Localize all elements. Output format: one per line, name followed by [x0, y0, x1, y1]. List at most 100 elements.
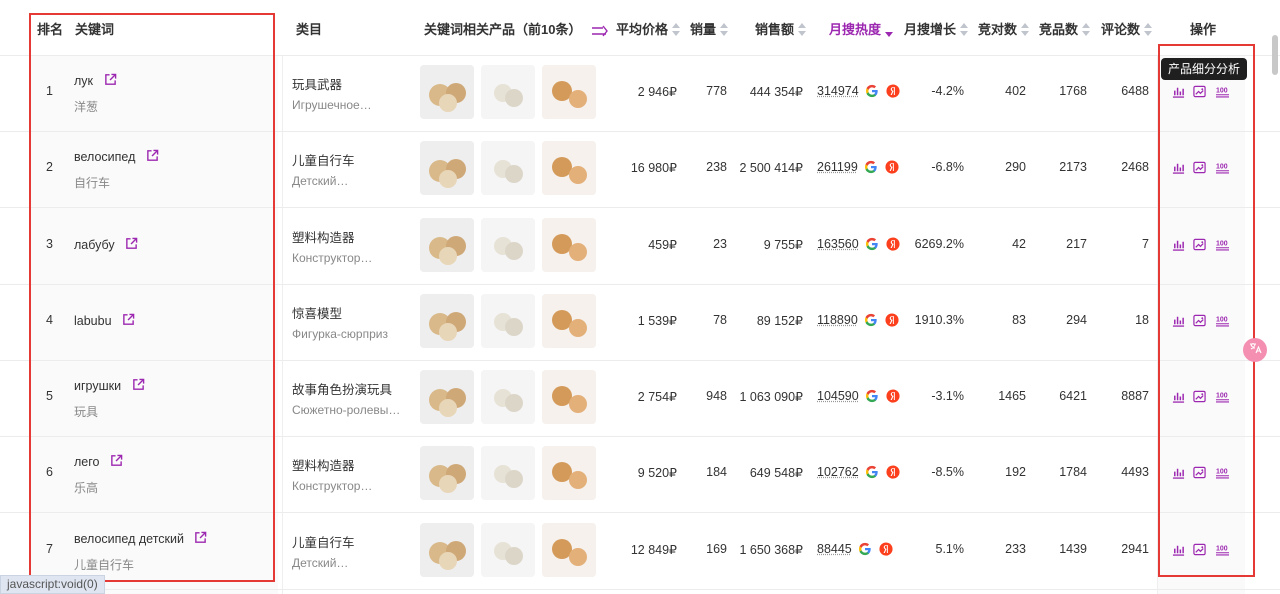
sort-icon[interactable] — [1021, 22, 1030, 37]
sort-icon[interactable] — [1144, 22, 1153, 37]
product-thumbnail[interactable] — [542, 370, 596, 424]
external-link-icon[interactable] — [104, 73, 117, 86]
header-monthly-heat[interactable]: 月搜热度 — [829, 0, 894, 55]
image-analysis-icon[interactable] — [1193, 161, 1206, 174]
bar-chart-icon[interactable] — [1172, 543, 1185, 556]
product-thumbnail[interactable] — [542, 294, 596, 348]
product-thumbnail[interactable] — [420, 65, 474, 119]
image-analysis-icon[interactable] — [1193, 543, 1206, 556]
monthly-heat-value[interactable]: 88445 — [817, 542, 852, 556]
google-icon[interactable] — [864, 160, 878, 174]
yandex-icon[interactable] — [886, 465, 900, 479]
google-icon[interactable] — [865, 389, 879, 403]
external-link-icon[interactable] — [146, 149, 159, 162]
product-thumbnail[interactable] — [420, 446, 474, 500]
yandex-icon[interactable] — [886, 389, 900, 403]
top-100-icon[interactable]: 100 — [1215, 466, 1230, 479]
product-thumbnail[interactable] — [481, 523, 535, 577]
top-100-icon[interactable]: 100 — [1215, 85, 1230, 98]
keyword[interactable]: лабубу — [74, 237, 138, 252]
header-sales[interactable]: 销量 — [690, 0, 729, 55]
top-100-icon[interactable]: 100 — [1215, 543, 1230, 556]
top-100-icon[interactable]: 100 — [1215, 238, 1230, 251]
keyword-text[interactable]: велосипед детский — [74, 532, 184, 546]
keyword-text[interactable]: лук — [74, 74, 93, 88]
monthly-heat-value[interactable]: 102762 — [817, 465, 859, 479]
table-row[interactable]: 2 велосипед 自行车 儿童自行车 Детский… 16 980₽ 2… — [0, 131, 1280, 208]
header-monthly-growth[interactable]: 月搜增长 — [904, 0, 969, 55]
product-thumbnail[interactable] — [481, 446, 535, 500]
google-icon[interactable] — [858, 542, 872, 556]
product-thumbnail[interactable] — [420, 141, 474, 195]
google-icon[interactable] — [864, 313, 878, 327]
product-thumbnail[interactable] — [481, 65, 535, 119]
image-analysis-icon[interactable] — [1193, 85, 1206, 98]
top-100-icon[interactable]: 100 — [1215, 314, 1230, 327]
google-icon[interactable] — [865, 237, 879, 251]
product-thumbnail[interactable] — [420, 294, 474, 348]
yandex-icon[interactable] — [879, 542, 893, 556]
table-row[interactable]: 5 игрушки 玩具 故事角色扮演玩具 Сюжетно-ролевы… 2 … — [0, 360, 1280, 437]
keyword-text[interactable]: лабубу — [74, 238, 115, 252]
monthly-heat-value[interactable]: 104590 — [817, 389, 859, 403]
image-analysis-icon[interactable] — [1193, 238, 1206, 251]
monthly-heat-value[interactable]: 261199 — [817, 160, 858, 174]
table-row[interactable]: 4 labubu 惊喜模型 Фигурка-сюрприз 1 539₽ 78 … — [0, 284, 1280, 361]
bar-chart-icon[interactable] — [1172, 314, 1185, 327]
sort-icon[interactable] — [798, 22, 807, 37]
translate-float-button[interactable] — [1243, 338, 1267, 362]
header-products[interactable]: 竞品数 — [1039, 0, 1091, 55]
product-thumbnail[interactable] — [542, 218, 596, 272]
external-link-icon[interactable] — [125, 237, 138, 250]
product-thumbnail[interactable] — [420, 523, 474, 577]
product-thumbnail[interactable] — [420, 218, 474, 272]
keyword[interactable]: лего — [74, 454, 123, 469]
bar-chart-icon[interactable] — [1172, 238, 1185, 251]
external-link-icon[interactable] — [122, 313, 135, 326]
sort-desc-icon[interactable] — [885, 23, 894, 37]
keyword-text[interactable]: велосипед — [74, 150, 135, 164]
header-revenue[interactable]: 销售额 — [755, 0, 807, 55]
product-thumbnail[interactable] — [542, 446, 596, 500]
monthly-heat-value[interactable]: 314974 — [817, 84, 859, 98]
external-link-icon[interactable] — [110, 454, 123, 467]
bar-chart-icon[interactable] — [1172, 466, 1185, 479]
keyword[interactable]: велосипед детский — [74, 531, 207, 546]
sort-icon[interactable] — [672, 22, 681, 37]
yandex-icon[interactable] — [886, 84, 900, 98]
sort-icon[interactable] — [1082, 22, 1091, 37]
bar-chart-icon[interactable] — [1172, 161, 1185, 174]
monthly-heat-value[interactable]: 163560 — [817, 237, 859, 251]
bar-chart-icon[interactable] — [1172, 390, 1185, 403]
table-row[interactable]: 6 лего 乐高 塑料构造器 Конструктор… 9 520₽ 184 … — [0, 436, 1280, 513]
image-analysis-icon[interactable] — [1193, 314, 1206, 327]
keyword[interactable]: велосипед — [74, 149, 159, 164]
product-thumbnail[interactable] — [481, 294, 535, 348]
product-thumbnail[interactable] — [542, 523, 596, 577]
keyword[interactable]: labubu — [74, 313, 135, 328]
image-analysis-icon[interactable] — [1193, 466, 1206, 479]
external-link-icon[interactable] — [132, 378, 145, 391]
top-100-icon[interactable]: 100 — [1215, 390, 1230, 403]
product-thumbnail[interactable] — [481, 218, 535, 272]
external-link-icon[interactable] — [194, 531, 207, 544]
yandex-icon[interactable] — [885, 313, 899, 327]
keyword[interactable]: игрушки — [74, 378, 145, 393]
bar-chart-icon[interactable] — [1172, 85, 1185, 98]
header-reviews[interactable]: 评论数 — [1101, 0, 1153, 55]
product-thumbnail[interactable] — [542, 65, 596, 119]
product-thumbnail[interactable] — [481, 370, 535, 424]
yandex-icon[interactable] — [885, 160, 899, 174]
keyword[interactable]: лук — [74, 73, 117, 88]
product-thumbnail[interactable] — [542, 141, 596, 195]
google-icon[interactable] — [865, 84, 879, 98]
product-thumbnail[interactable] — [481, 141, 535, 195]
header-avg-price[interactable]: 平均价格 — [616, 0, 681, 55]
monthly-heat-value[interactable]: 118890 — [817, 313, 858, 327]
keyword-text[interactable]: labubu — [74, 314, 112, 328]
table-row[interactable]: 7 велосипед детский 儿童自行车 儿童自行车 Детский…… — [0, 513, 1280, 590]
table-row[interactable]: 3 лабубу 塑料构造器 Конструктор… 459₽ 23 9 75… — [0, 208, 1280, 285]
google-icon[interactable] — [865, 465, 879, 479]
keyword-text[interactable]: лего — [74, 455, 99, 469]
header-competitors[interactable]: 竞对数 — [978, 0, 1030, 55]
